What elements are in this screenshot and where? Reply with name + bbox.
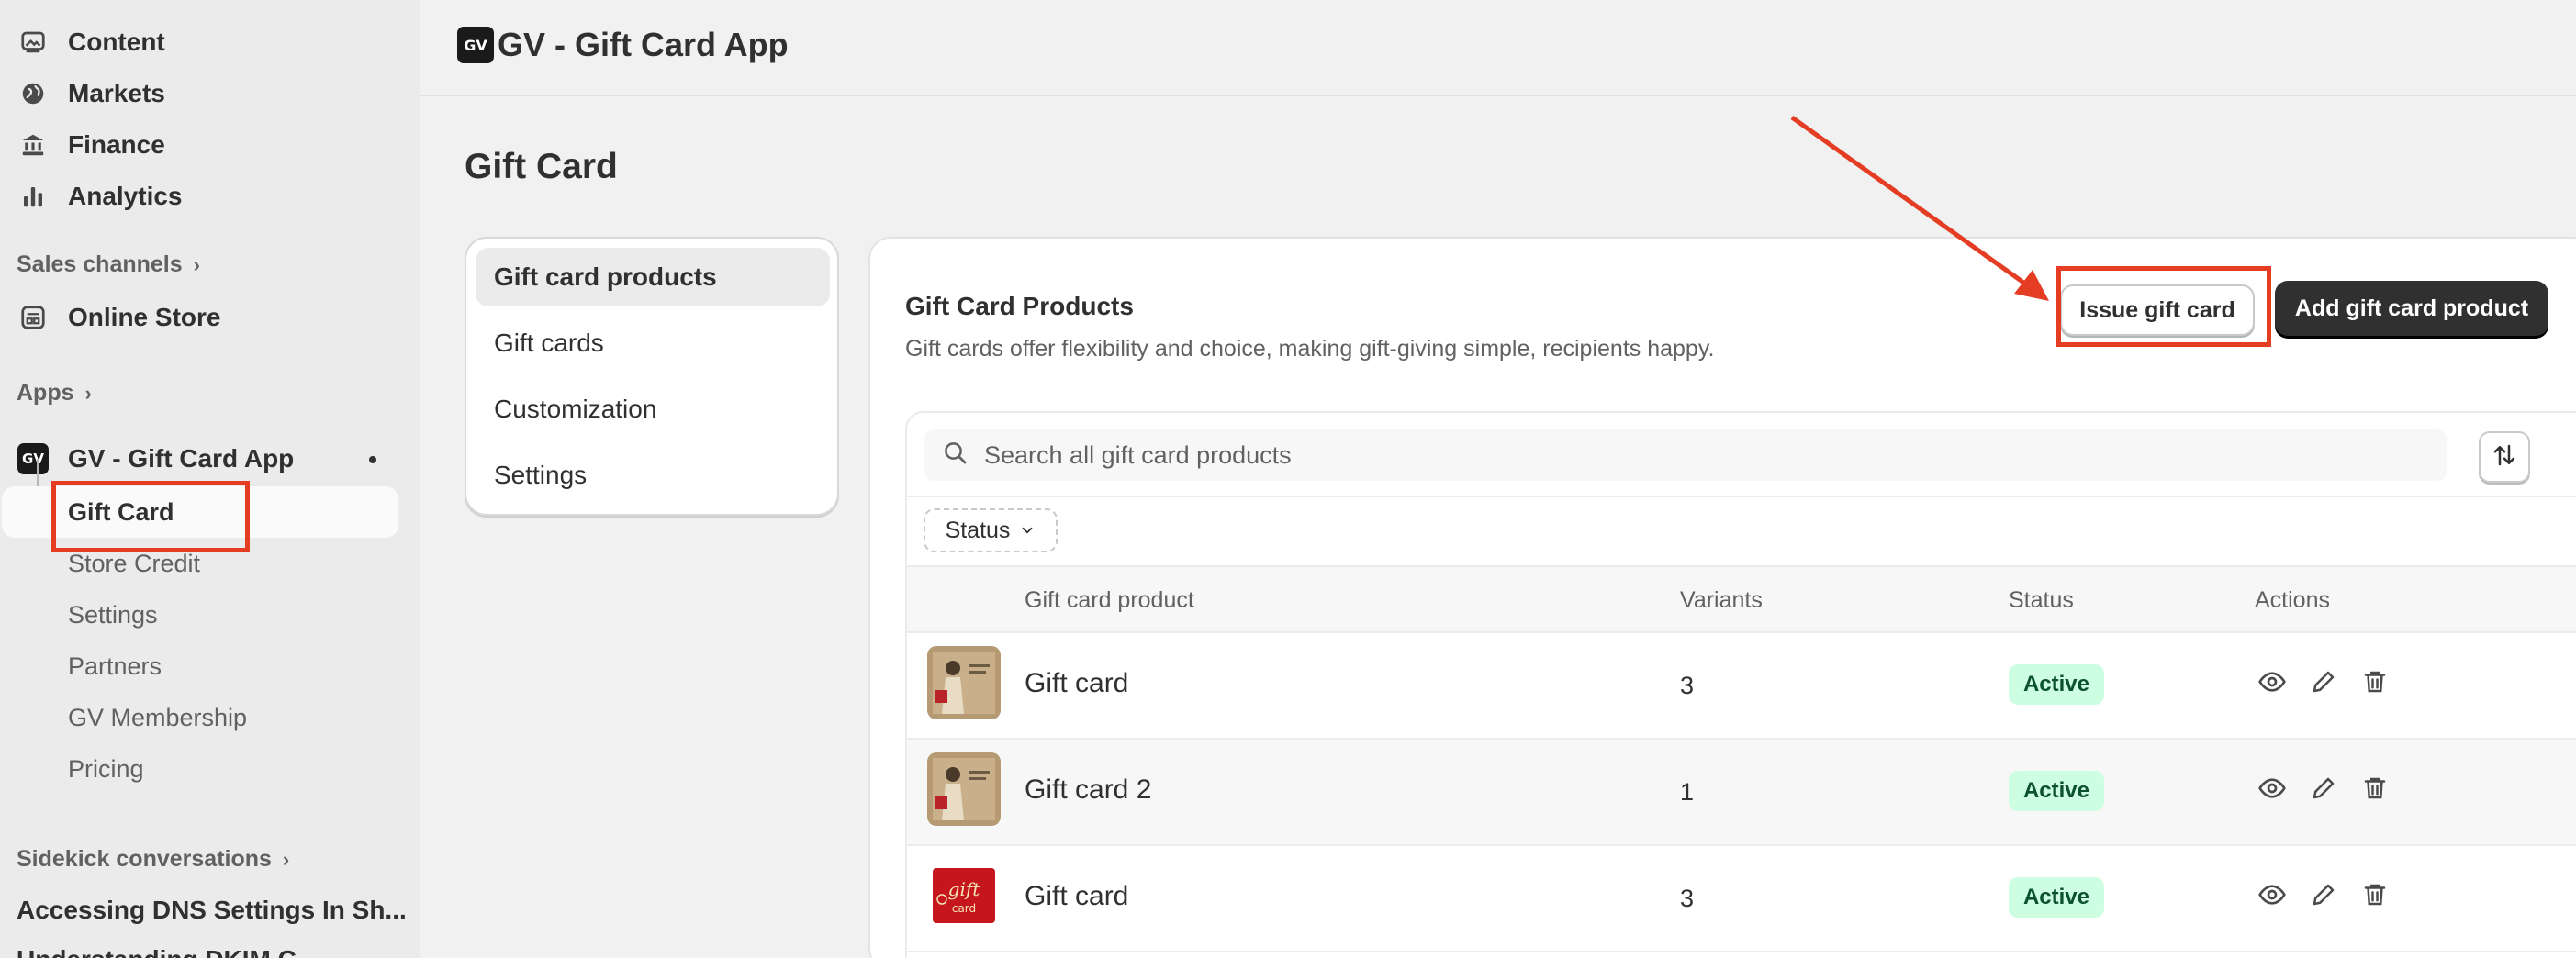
delete-icon[interactable] bbox=[2359, 879, 2391, 910]
add-gift-card-product-button[interactable]: Add gift card product bbox=[2275, 281, 2548, 336]
gv-app-logo-icon: GV bbox=[457, 27, 494, 63]
sales-channels-label: Sales channels bbox=[17, 251, 183, 277]
svg-text:card: card bbox=[952, 902, 976, 915]
table-row[interactable]: Gift card 2 1 Active bbox=[907, 740, 2576, 846]
filter-row: Status bbox=[907, 497, 2576, 565]
nav-finance[interactable]: Finance bbox=[17, 121, 165, 169]
app-title: GV - Gift Card App bbox=[498, 26, 789, 63]
nav-analytics[interactable]: Analytics bbox=[17, 173, 183, 220]
chevron-right-icon: › bbox=[282, 847, 290, 871]
nav-online-store[interactable]: Online Store bbox=[17, 294, 220, 341]
image-icon bbox=[17, 26, 50, 59]
sidebar-item-settings[interactable]: Settings bbox=[68, 601, 158, 629]
nav-label: GV - Gift Card App bbox=[68, 444, 295, 473]
menu-item-gift-cards[interactable]: Gift cards bbox=[476, 314, 830, 373]
delete-icon[interactable] bbox=[2359, 773, 2391, 804]
products-table: Search all gift card products Status Gif… bbox=[905, 411, 2576, 958]
column-header: Actions bbox=[2255, 587, 2330, 613]
chevron-right-icon: › bbox=[193, 252, 200, 276]
table-row[interactable]: Gift card 3 Active bbox=[907, 633, 2576, 740]
edit-icon[interactable] bbox=[2308, 879, 2339, 910]
sidebar-item-partners[interactable]: Partners bbox=[68, 652, 162, 681]
menu-item-customization[interactable]: Customization bbox=[476, 380, 830, 439]
status-badge: Active bbox=[2009, 771, 2104, 811]
chevron-right-icon: › bbox=[84, 381, 92, 405]
annotation-highlight-box bbox=[51, 481, 250, 552]
nav-gv-app[interactable]: GV GV - Gift Card App bbox=[17, 435, 294, 483]
apps-heading[interactable]: Apps › bbox=[17, 380, 92, 407]
nav-label: Online Store bbox=[68, 303, 221, 331]
product-thumbnail bbox=[927, 752, 1001, 826]
sidekick-heading[interactable]: Sidekick conversations › bbox=[17, 846, 289, 873]
delete-icon[interactable] bbox=[2359, 666, 2391, 697]
search-row: Search all gift card products bbox=[907, 413, 2576, 497]
product-name[interactable]: Gift card bbox=[1025, 668, 1128, 699]
globe-icon bbox=[17, 77, 50, 110]
search-input[interactable]: Search all gift card products bbox=[924, 429, 2447, 481]
nav-label: Finance bbox=[68, 130, 165, 159]
row-actions bbox=[2257, 666, 2391, 697]
status-badge: Active bbox=[2009, 877, 2104, 918]
card-subtitle: Gift cards offer flexibility and choice,… bbox=[905, 336, 1715, 362]
search-icon bbox=[942, 440, 969, 472]
table-row[interactable]: gift card Gift card 3 Active bbox=[907, 846, 2576, 952]
column-header: Status bbox=[2009, 587, 2074, 613]
sidekick-label: Sidekick conversations bbox=[17, 846, 272, 872]
sidebar: Content Markets Finance Analytics Sales … bbox=[0, 0, 420, 958]
apps-label: Apps bbox=[17, 380, 74, 406]
row-actions bbox=[2257, 879, 2391, 910]
sidebar-item-gv-membership[interactable]: GV Membership bbox=[68, 704, 247, 732]
annotation-highlight-box bbox=[2056, 266, 2271, 347]
row-actions bbox=[2257, 773, 2391, 804]
app-title-bar: GV GV - Gift Card App bbox=[457, 26, 789, 64]
view-icon[interactable] bbox=[2257, 773, 2288, 804]
status-badge: Active bbox=[2009, 664, 2104, 705]
section-menu: Gift card products Gift cards Customizat… bbox=[465, 237, 839, 516]
sort-icon bbox=[2491, 441, 2518, 473]
nav-label: Content bbox=[68, 28, 165, 56]
conversation-item[interactable]: Accessing DNS Settings In Sh... bbox=[17, 896, 407, 925]
variants-count: 3 bbox=[1680, 672, 1695, 699]
view-icon[interactable] bbox=[2257, 666, 2288, 697]
edit-icon[interactable] bbox=[2308, 773, 2339, 804]
column-header: Variants bbox=[1680, 587, 1763, 613]
column-header: Gift card product bbox=[1025, 587, 1194, 613]
menu-item-gift-card-products[interactable]: Gift card products bbox=[476, 248, 830, 306]
nav-label: Markets bbox=[68, 79, 165, 107]
status-filter-button[interactable]: Status bbox=[924, 508, 1058, 552]
sidebar-item-store-credit[interactable]: Store Credit bbox=[68, 550, 200, 578]
status-filter-label: Status bbox=[945, 517, 1011, 543]
product-name[interactable]: Gift card 2 bbox=[1025, 774, 1151, 806]
card-title: Gift Card Products bbox=[905, 292, 1134, 320]
nav-content[interactable]: Content bbox=[17, 18, 165, 66]
divider bbox=[420, 95, 2576, 96]
sales-channels-heading[interactable]: Sales channels › bbox=[17, 251, 200, 278]
table-header: Gift card product Variants Status Action… bbox=[907, 565, 2576, 633]
gift-card-products-card: Gift Card Products Gift cards offer flex… bbox=[868, 237, 2576, 958]
variants-count: 1 bbox=[1680, 778, 1695, 806]
variants-count: 3 bbox=[1680, 885, 1695, 912]
product-thumbnail bbox=[927, 646, 1001, 719]
view-icon[interactable] bbox=[2257, 879, 2288, 910]
nav-markets[interactable]: Markets bbox=[17, 70, 165, 117]
product-thumbnail: gift card bbox=[927, 859, 1001, 932]
svg-text:gift: gift bbox=[948, 878, 981, 900]
nav-label: Analytics bbox=[68, 182, 183, 210]
sidebar-item-pricing[interactable]: Pricing bbox=[68, 755, 144, 784]
store-icon bbox=[17, 301, 50, 334]
search-placeholder: Search all gift card products bbox=[984, 440, 1292, 469]
edit-icon[interactable] bbox=[2308, 666, 2339, 697]
bar-chart-icon bbox=[17, 180, 50, 213]
page-title: Gift Card bbox=[465, 147, 618, 186]
sort-button[interactable] bbox=[2479, 431, 2530, 483]
bank-icon bbox=[17, 128, 50, 162]
chevron-down-icon bbox=[1019, 522, 1036, 539]
conversation-item[interactable]: Understanding DKIM C... bbox=[17, 945, 318, 958]
product-name[interactable]: Gift card bbox=[1025, 881, 1128, 912]
pin-dot-icon[interactable] bbox=[369, 456, 376, 463]
menu-item-settings[interactable]: Settings bbox=[476, 446, 830, 505]
